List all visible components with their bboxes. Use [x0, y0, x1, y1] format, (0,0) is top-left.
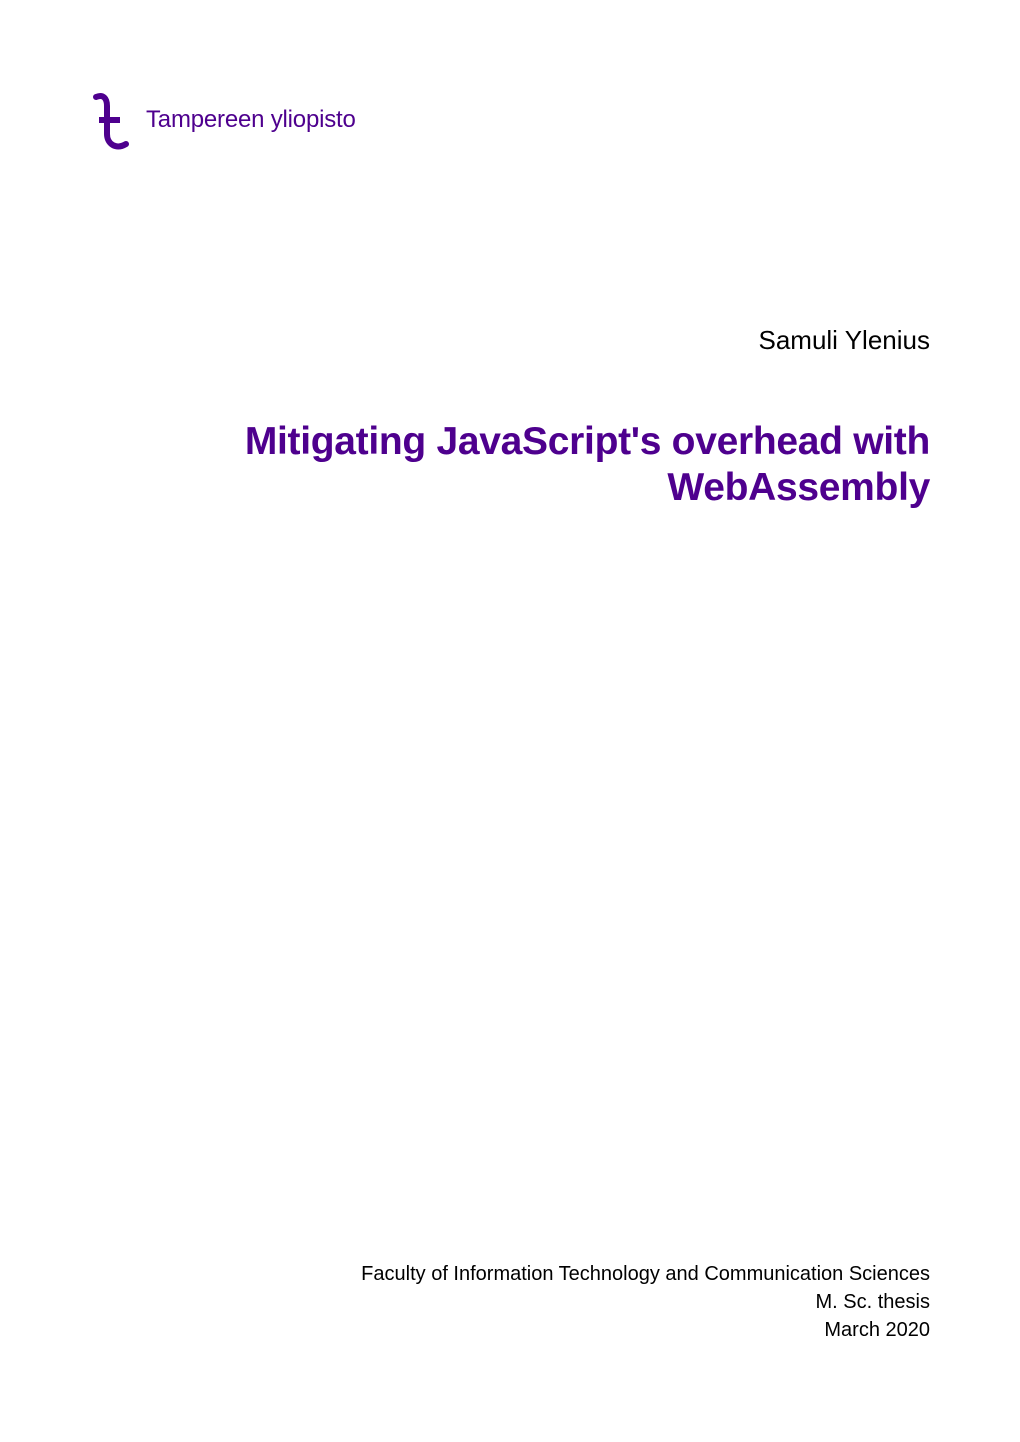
university-logo: Tampereen yliopisto: [90, 90, 930, 150]
footer-faculty: Faculty of Information Technology and Co…: [361, 1260, 930, 1288]
university-logo-icon: [90, 90, 138, 150]
title-page: Tampereen yliopisto Samuli Ylenius Mitig…: [0, 0, 1020, 1442]
university-logo-text: Tampereen yliopisto: [146, 106, 356, 134]
thesis-title-line-2: WebAssembly: [90, 465, 930, 511]
author-name: Samuli Ylenius: [758, 325, 930, 356]
footer-document-type: M. Sc. thesis: [361, 1288, 930, 1316]
thesis-title-line-1: Mitigating JavaScript's overhead with: [90, 419, 930, 465]
thesis-title: Mitigating JavaScript's overhead with We…: [90, 419, 930, 511]
footer-date: March 2020: [361, 1316, 930, 1344]
footer: Faculty of Information Technology and Co…: [361, 1260, 930, 1344]
